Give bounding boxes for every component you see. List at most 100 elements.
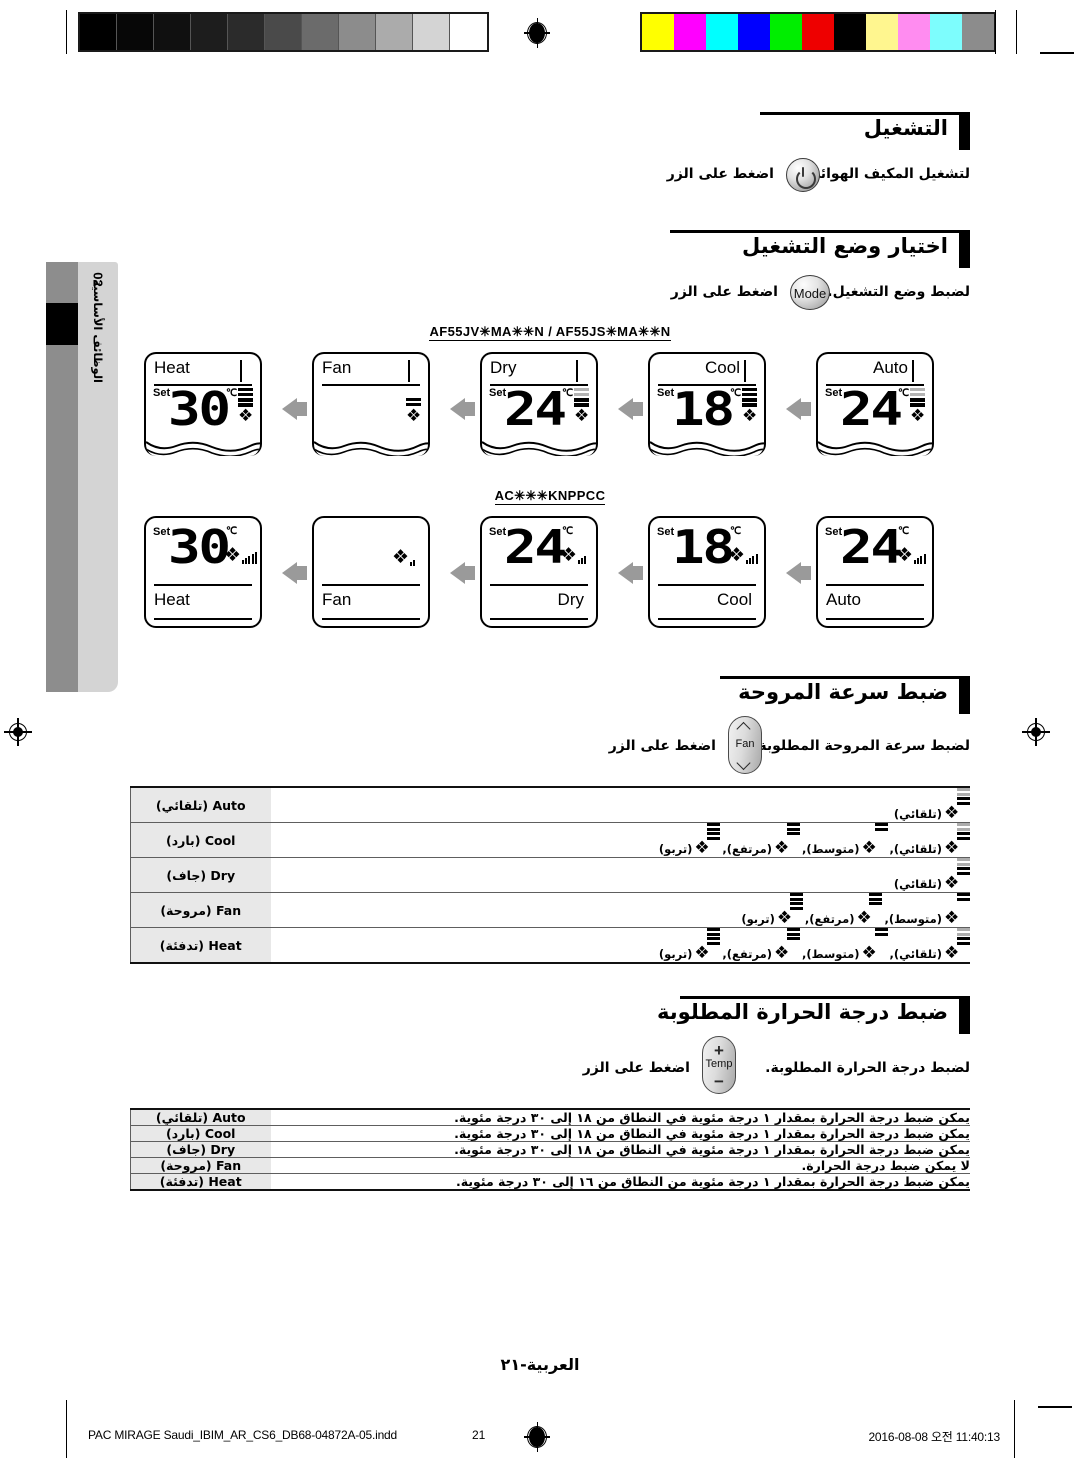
fan-propeller-icon: ❖ [944,873,960,893]
table-row: لا يمكن ضبط درجة الحرارة. Fan (مروحة) [130,1157,970,1174]
calibration-swatch [962,14,994,50]
calibration-swatch [80,14,117,50]
fan-speed-icon: ❖ [856,893,883,928]
display-panel: Set 18 ℃ ❖ Cool [618,516,802,646]
plus-icon: + [714,1041,724,1060]
lcd-screen: Heat Set 30 ℃ ❖ [144,352,262,456]
fan-speed-table: ❖ (تلقائي) Auto (تلقائي) ❖ (تربو) ❖ (مرتفع), ❖(… [130,786,970,964]
fan-speed-caption: (مرتفع), [722,842,773,856]
temperature-button[interactable]: + Temp − [702,1036,736,1094]
fan-speed-option: ❖ (مرتفع), [722,823,801,858]
model-number-text: AF55JV✳MA✳✳N / AF55JS✳MA✳✳N [429,324,671,341]
temperature-range-cell: لا يمكن ضبط درجة الحرارة. [270,1157,970,1174]
instruction-head: اضغط على الزر [582,1060,690,1076]
lcd-mode-label: Cool [705,358,740,377]
lcd-fan-indicator: ❖ [896,546,927,565]
instruction-head: اضغط على الزر [666,166,774,182]
print-footer: PAC MIRAGE Saudi_IBIM_AR_CS6_DB68-04872A… [0,1422,1080,1454]
calibration-swatch [674,14,706,50]
lcd-mode-label: Dry [557,590,584,609]
fan-propeller-icon: ❖ [856,908,872,928]
lcd-cursor-bar [408,360,410,382]
lcd-fan-indicator: ❖ [574,388,590,427]
fan-speed-button[interactable]: Fan [728,716,762,774]
fan-speed-option: ❖ (تربو) [659,823,721,857]
fan-speed-option: ❖ (تربو) [659,928,721,962]
lcd-mode-label: Fan [322,590,352,609]
print-page-number: 21 [472,1428,486,1442]
fan-propeller-icon: ❖ [694,838,710,858]
registration-mark-top [524,18,550,48]
mode-label-cell: Auto (تلقائي) [130,1108,271,1126]
fan-speed-option: ❖ (متوسط), [884,893,970,927]
lcd-unit: ℃ [562,388,574,399]
lcd-mode-label: Dry [490,358,517,377]
instruction-fan-speed: لضبط سرعة المروحة المطلوبة. Fan اضغط على… [130,716,970,786]
fan-propeller-icon: ❖ [776,908,793,928]
fan-speed-caption: (تربو) [658,842,693,856]
chapter-tab-marker [46,303,78,345]
fan-speed-cell: ❖ (تلقائي) [270,786,970,823]
display-panel: Cool Set 18 ℃ ❖ [618,352,802,482]
fan-speed-icon: ❖ [774,823,801,858]
fan-speed-caption: (تربو) [658,947,693,961]
chevron-down-icon [739,758,752,765]
lcd-fan-indicator: ❖ [392,548,416,567]
lcd-screen: Cool Set 18 ℃ ❖ [648,352,766,456]
calibration-swatch [339,14,376,50]
section-heading-mode-select: اختيار وضع التشغيل [130,226,970,270]
calibration-swatch [413,14,450,50]
instruction-tail: لتشغيل المكيف الهوائي. [801,166,970,182]
lcd-screen: Set 30 ℃ ❖ Heat [144,516,262,628]
fan-propeller-icon: ❖ [728,544,746,566]
lcd-screen: Dry Set 24 ℃ ❖ [480,352,598,456]
mode-label-cell: Heat (تدفئة) [130,927,271,964]
registration-mark-right [1022,718,1050,746]
display-panel: Dry Set 24 ℃ ❖ [450,352,634,482]
fan-propeller-icon: ❖ [574,406,590,427]
lcd-unit: ℃ [730,526,742,537]
heading-text: اختيار وضع التشغيل [742,234,948,258]
calibration-swatch [302,14,339,50]
crop-tick-left [66,10,67,54]
lcd-temperature: 24 [840,520,903,574]
lcd-unit: ℃ [226,526,238,537]
lcd-temperature: 18 [672,520,735,574]
fan-speed-caption: (متوسط), [802,842,860,856]
print-calibration-strip [0,8,1080,56]
model-number-row-1: AF55JV✳MA✳✳N / AF55JS✳MA✳✳N [130,324,970,341]
lcd-mode-label: Auto [873,358,908,377]
lcd-cursor-bar [912,360,914,382]
mode-button[interactable]: Mode [790,275,830,310]
calibration-swatch [930,14,962,50]
calibration-swatch [802,14,834,50]
instruction-mode-select: لضبط وضع التشغيل. Mode اضغط على الزر [130,270,970,322]
fan-propeller-icon: ❖ [944,943,960,963]
instruction-operation: لتشغيل المكيف الهوائي. اضغط على الزر [130,152,970,204]
table-row: ❖ (تربو) ❖ (مرتفع), ❖ (متوسط), ❖ (تلقائي), Cool … [130,822,970,858]
calibration-swatch [642,14,674,50]
calibration-swatch [228,14,265,50]
fan-speed-option: ❖ (مرتفع), [722,928,801,962]
fan-speed-icon: ❖ [944,858,970,892]
lcd-mode-label: Heat [154,590,190,609]
temperature-range-cell: يمكن ضبط درجة الحرارة بمقدار ١ درجة مئوي… [270,1173,970,1191]
display-panel: Set 30 ℃ ❖ Heat [130,516,298,646]
table-row: يمكن ضبط درجة الحرارة بمقدار ١ درجة مئوي… [130,1125,970,1142]
instruction-head: اضغط على الزر [608,738,716,754]
heading-text: ضبط درجة الحرارة المطلوبة [657,1000,948,1024]
model-number-row-2: AC✳✳✳KNPPCC [130,488,970,505]
display-panel: Fan ❖ [282,352,466,482]
lcd-temperature: 24 [504,382,567,436]
display-panel: ❖ Fan [282,516,466,646]
display-panel: Heat Set 30 ℃ ❖ [130,352,298,482]
display-panel: Auto Set 24 ℃ ❖ [786,352,970,482]
fan-propeller-icon: ❖ [774,838,790,858]
calibration-swatch [866,14,898,50]
fan-propeller-icon: ❖ [560,544,578,566]
section-heading-operation: التشغيل [130,108,970,152]
calibration-swatch [770,14,802,50]
power-button[interactable] [786,158,820,192]
calibration-swatch [706,14,738,50]
lcd-cursor-bar [744,360,746,382]
